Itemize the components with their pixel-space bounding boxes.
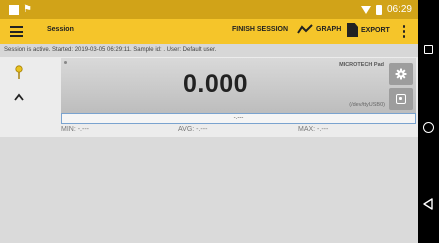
stat-avg: AVG: -.--- xyxy=(178,126,208,133)
probe-icon[interactable] xyxy=(15,64,23,80)
battery-icon xyxy=(375,4,382,15)
flag-icon: ⚑ xyxy=(23,4,32,15)
back-icon[interactable] xyxy=(422,198,434,210)
settings-button[interactable] xyxy=(389,63,413,85)
content-area xyxy=(0,137,418,243)
camera-button[interactable] xyxy=(389,88,413,110)
display-panel: 0.000 MICROTECH Pad (/dev/ttyUSB0) xyxy=(61,58,416,113)
more-vert-icon[interactable] xyxy=(402,25,406,38)
graph-button[interactable]: GRAPH xyxy=(297,24,341,34)
app-screen: ⚑ 06:29 Session FINISH SESSION GRAPH EXP… xyxy=(0,0,418,243)
notification-square-icon xyxy=(9,5,19,15)
status-right: 06:29 xyxy=(360,3,412,16)
export-button[interactable]: EXPORT xyxy=(347,23,390,37)
wifi-icon xyxy=(360,5,371,14)
camera-icon xyxy=(396,94,406,104)
nav-bar xyxy=(418,0,439,243)
settings-icon xyxy=(395,68,407,80)
stat-min: MIN: -.--- xyxy=(61,126,89,133)
graph-trend-icon xyxy=(297,24,313,34)
clock: 06:29 xyxy=(386,4,412,15)
chevron-up-icon[interactable] xyxy=(14,93,24,101)
range-bar: -.--- xyxy=(61,113,416,124)
status-bar: ⚑ 06:29 xyxy=(0,0,418,19)
recent-apps-icon[interactable] xyxy=(424,45,433,54)
indicator-dot xyxy=(64,61,67,64)
app-title: Session xyxy=(47,26,74,33)
graph-label: GRAPH xyxy=(316,25,342,33)
finish-session-button[interactable]: FINISH SESSION xyxy=(232,26,288,33)
export-label: EXPORT xyxy=(361,26,390,34)
stats-row: MIN: -.--- AVG: -.--- MAX: -.--- xyxy=(0,125,418,136)
device-port: (/dev/ttyUSB0) xyxy=(349,102,385,108)
stat-max: MAX: -.--- xyxy=(298,126,329,133)
home-icon[interactable] xyxy=(423,122,434,133)
device-name: MICROTECH Pad xyxy=(339,62,384,68)
menu-icon[interactable] xyxy=(10,26,23,37)
reading-value: 0.000 xyxy=(183,70,249,98)
app-bar: Session FINISH SESSION GRAPH EXPORT xyxy=(0,19,418,44)
session-info: Session is active. Started: 2019-03-05 0… xyxy=(0,44,418,57)
document-icon xyxy=(347,23,358,37)
